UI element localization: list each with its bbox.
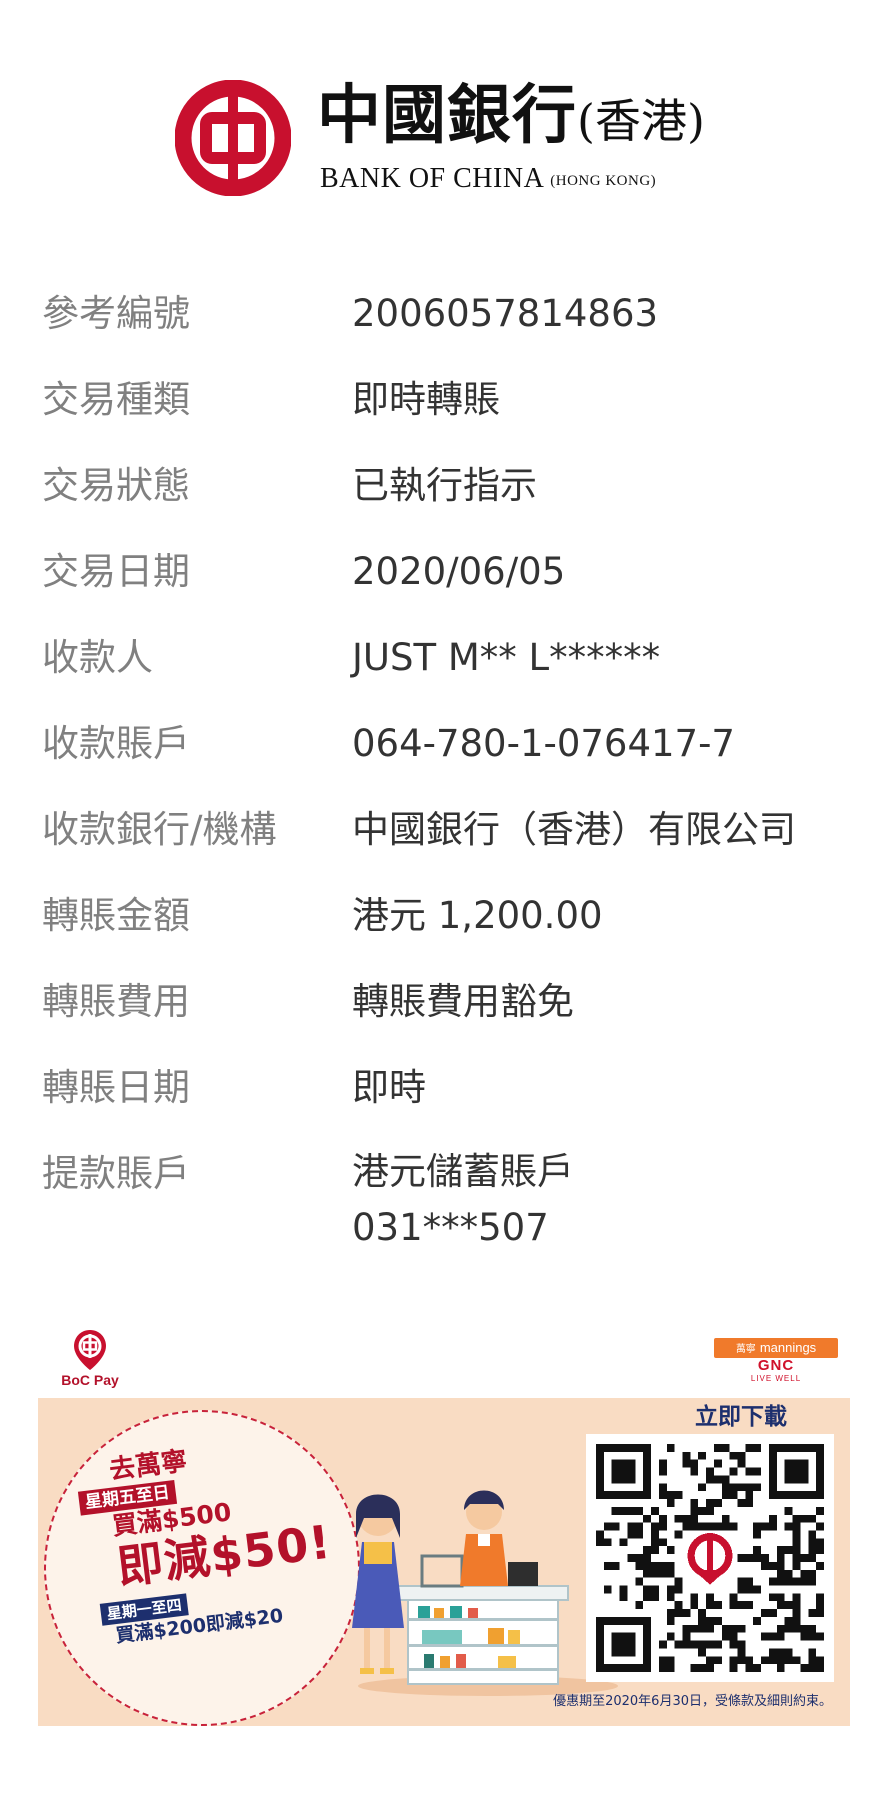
detail-value: JUST M** L****** xyxy=(352,636,661,679)
detail-value: 轉賬費用豁免 xyxy=(352,980,574,1023)
detail-value: 已執行指示 xyxy=(352,464,537,507)
mannings-logo: 萬寧 mannings xyxy=(714,1338,838,1358)
detail-label: 收款賬戶 xyxy=(42,722,190,765)
mannings-en: mannings xyxy=(759,1340,817,1355)
debit-account-type: 港元儲蓄賬戶 xyxy=(352,1150,574,1193)
detail-row-payee: 收款人 JUST M** L****** xyxy=(0,628,888,714)
detail-label: 交易種類 xyxy=(42,378,190,421)
debit-account-number: 031***507 xyxy=(352,1206,549,1249)
boc-logo-icon xyxy=(175,80,291,196)
promo-banner[interactable]: 去萬寧 星期五至日 買滿$500 即減$50! 星期一至四 買滿$200即減$2… xyxy=(38,1398,850,1726)
partner-logo: 萬寧 mannings GNC LIVE WELL xyxy=(714,1338,838,1384)
qr-code-image xyxy=(596,1444,824,1672)
detail-label: 參考編號 xyxy=(42,292,190,335)
bank-logo: 中國銀行(香港) BANK OF CHINA (HONG KONG) xyxy=(175,78,735,198)
qr-download-title: 立即下載 xyxy=(695,1404,787,1430)
detail-label: 轉賬日期 xyxy=(42,1066,190,1109)
detail-row-payee-bank: 收款銀行/機構 中國銀行（香港）有限公司 xyxy=(0,800,888,886)
promo-terms-note: 優惠期至2020年6月30日，受條款及細則約束。 xyxy=(553,1694,832,1709)
promo-header: BoC Pay 萬寧 mannings GNC LIVE WELL xyxy=(38,1328,850,1398)
detail-value: 即時轉賬 xyxy=(352,378,500,421)
detail-row-fee: 轉賬費用 轉賬費用豁免 xyxy=(0,972,888,1058)
detail-label: 收款銀行/機構 xyxy=(42,808,277,851)
transaction-details: 參考編號 2006057814863 交易種類 即時轉賬 交易狀態 已執行指示 … xyxy=(0,284,888,1274)
gnc-tagline: LIVE WELL xyxy=(750,1374,802,1383)
detail-value: 港元 1,200.00 xyxy=(352,894,603,937)
shop-illustration xyxy=(352,1490,618,1696)
detail-row-debit-account: 提款賬戶 港元儲蓄賬戶 031***507 xyxy=(0,1144,888,1274)
detail-label: 交易日期 xyxy=(42,550,190,593)
detail-value: 2020/06/05 xyxy=(352,550,566,593)
logo-english-suffix: (HONG KONG) xyxy=(550,173,657,189)
detail-label: 提款賬戶 xyxy=(42,1152,190,1195)
bocpay-label: BoC Pay xyxy=(61,1372,119,1388)
logo-chinese-suffix: (香港) xyxy=(577,94,705,148)
detail-value: 中國銀行（香港）有限公司 xyxy=(352,808,796,851)
bocpay-logo: BoC Pay xyxy=(60,1328,120,1394)
detail-value: 064-780-1-076417-7 xyxy=(352,722,735,765)
detail-value: 即時 xyxy=(352,1066,426,1109)
logo-english-main: BANK OF CHINA xyxy=(320,163,543,194)
detail-row-payee-account: 收款賬戶 064-780-1-076417-7 xyxy=(0,714,888,800)
detail-label: 轉賬金額 xyxy=(42,894,190,937)
logo-chinese-name: 中國銀行(香港) xyxy=(317,78,705,159)
bocpay-pin-icon xyxy=(74,1330,106,1370)
detail-value: 2006057814863 xyxy=(352,292,659,335)
detail-row-date: 交易日期 2020/06/05 xyxy=(0,542,888,628)
download-qr-code[interactable] xyxy=(586,1434,834,1682)
gnc-logo: GNC xyxy=(757,1357,795,1374)
detail-value: 港元儲蓄賬戶 031***507 xyxy=(352,1144,872,1256)
logo-english-name: BANK OF CHINA (HONG KONG) xyxy=(320,162,656,198)
detail-label: 轉賬費用 xyxy=(42,980,190,1023)
detail-row-type: 交易種類 即時轉賬 xyxy=(0,370,888,456)
detail-row-status: 交易狀態 已執行指示 xyxy=(0,456,888,542)
detail-label: 交易狀態 xyxy=(42,464,190,507)
logo-chinese-main: 中國銀行 xyxy=(317,78,577,153)
detail-label: 收款人 xyxy=(42,636,153,679)
detail-row-amount: 轉賬金額 港元 1,200.00 xyxy=(0,886,888,972)
detail-row-transfer-date: 轉賬日期 即時 xyxy=(0,1058,888,1144)
mannings-cn: 萬寧 xyxy=(735,1344,756,1355)
detail-row-reference: 參考編號 2006057814863 xyxy=(0,284,888,370)
